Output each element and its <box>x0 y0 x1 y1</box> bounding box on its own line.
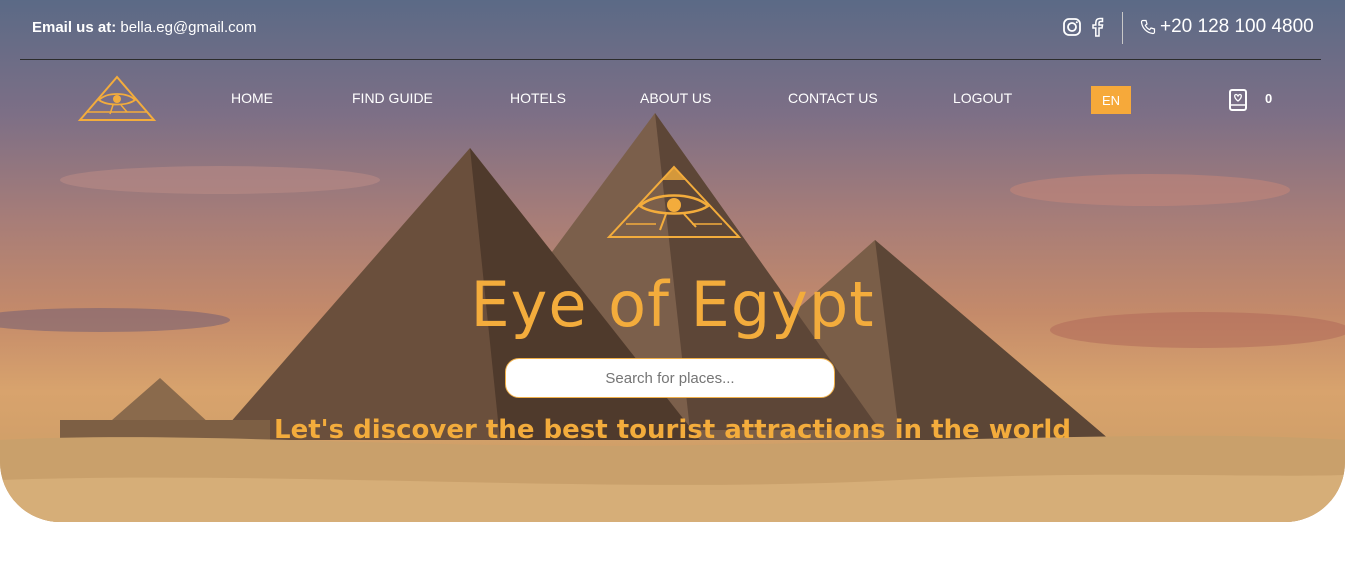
nav-about-us[interactable]: ABOUT US <box>640 90 711 106</box>
phone-icon <box>1140 19 1156 35</box>
instagram-icon[interactable] <box>1062 17 1082 37</box>
site-logo[interactable] <box>77 74 157 124</box>
facebook-icon[interactable] <box>1090 17 1104 37</box>
divider <box>1122 12 1123 44</box>
nav-home[interactable]: HOME <box>231 90 273 106</box>
email-info: Email us at: bella.eg@gmail.com <box>32 19 257 36</box>
nav-contact-us[interactable]: CONTACT US <box>788 90 878 106</box>
search-input[interactable] <box>505 358 835 398</box>
hero-banner: Email us at: bella.eg@gmail.com +20 128 … <box>0 0 1345 522</box>
phone-info: +20 128 100 4800 <box>1140 16 1314 38</box>
phone-number[interactable]: +20 128 100 4800 <box>1160 16 1314 38</box>
nav-hotels[interactable]: HOTELS <box>510 90 566 106</box>
top-bar: Email us at: bella.eg@gmail.com +20 128 … <box>0 0 1345 58</box>
email-label: Email us at: <box>32 19 117 36</box>
cart-count: 0 <box>1265 91 1273 106</box>
nav-find-guide[interactable]: FIND GUIDE <box>352 90 433 106</box>
email-link[interactable]: bella.eg@gmail.com <box>120 19 256 36</box>
hero-logo <box>606 165 742 238</box>
hero-tagline: Let's discover the best tourist attracti… <box>274 415 1071 445</box>
wishlist-cart-icon[interactable] <box>1228 88 1248 112</box>
header-divider <box>20 59 1321 60</box>
hero-title: Eye of Egypt <box>470 268 875 341</box>
nav-logout[interactable]: LOGOUT <box>953 90 1012 106</box>
language-button[interactable]: EN <box>1091 86 1131 114</box>
social-links <box>1062 17 1104 37</box>
